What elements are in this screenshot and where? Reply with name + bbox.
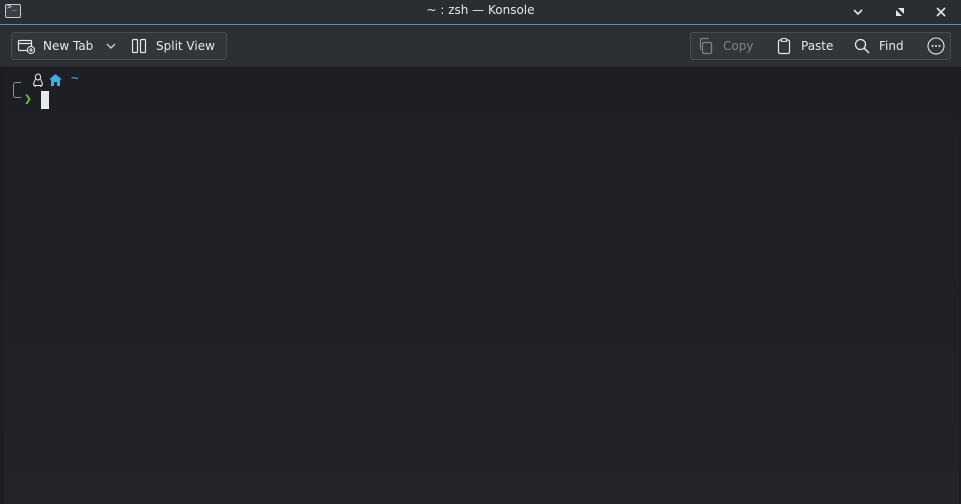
find-label: Find: [879, 39, 904, 53]
tux-icon: [32, 73, 44, 87]
current-directory: ~: [71, 71, 79, 86]
paste-icon: [777, 37, 791, 55]
paste-label: Paste: [801, 39, 834, 53]
more-options-icon: [927, 37, 945, 55]
chevron-down-icon: [106, 43, 116, 49]
main-toolbar: New Tab Split View Copy Paste Find: [0, 25, 961, 68]
split-view-label: Split View: [156, 39, 215, 53]
maximize-icon: [896, 8, 904, 16]
prompt-symbol: ❯: [24, 92, 32, 107]
copy-label: Copy: [723, 39, 754, 53]
window-title: ~ : zsh — Konsole: [426, 3, 535, 17]
minimize-button[interactable]: [849, 3, 867, 21]
tab-actions-group: New Tab Split View: [11, 32, 227, 60]
new-tab-button[interactable]: New Tab: [17, 33, 93, 59]
home-icon: [48, 73, 63, 87]
search-icon: [854, 38, 870, 54]
maximize-button[interactable]: [891, 3, 909, 21]
copy-icon: [699, 37, 713, 55]
split-view-button[interactable]: Split View: [130, 33, 215, 59]
find-button[interactable]: Find: [853, 33, 904, 59]
terminal-view[interactable]: ~ ❯: [4, 68, 959, 504]
copy-button[interactable]: Copy: [697, 33, 753, 59]
new-tab-dropdown[interactable]: [106, 42, 116, 50]
close-icon: [936, 7, 946, 17]
more-menu-button[interactable]: [927, 33, 945, 59]
close-button[interactable]: [932, 3, 950, 21]
konsole-window: ~ : zsh — Konsole: [0, 0, 961, 504]
prompt-frame: [13, 82, 21, 98]
new-tab-icon: [17, 39, 35, 55]
chevron-down-icon: [853, 9, 863, 16]
edit-actions-group: Copy Paste Find: [690, 32, 951, 60]
split-view-icon: [131, 38, 147, 54]
new-tab-label: New Tab: [43, 39, 94, 53]
text-cursor: [41, 91, 49, 109]
title-bar[interactable]: ~ : zsh — Konsole: [0, 0, 961, 25]
paste-button[interactable]: Paste: [775, 33, 833, 59]
